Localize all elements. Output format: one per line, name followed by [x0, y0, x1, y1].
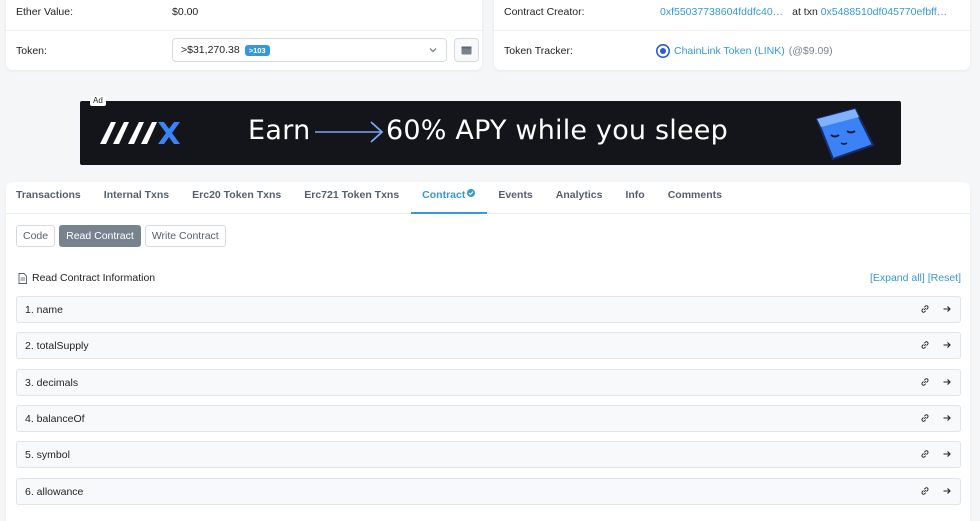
at-txn-label: at txn	[792, 6, 818, 18]
tab-contract[interactable]: Contract	[410, 182, 487, 214]
function-label: 6. allowance	[25, 485, 84, 498]
aax-logo-icon	[100, 122, 180, 144]
link-icon[interactable]	[920, 377, 930, 387]
token-tracker-row: Token Tracker: ChainLink Token (LINK) (@…	[494, 32, 970, 69]
arrow-right-icon[interactable]	[942, 340, 952, 350]
function-label: 4. balanceOf	[25, 412, 85, 425]
contract-info-card: Contract Creator: 0xf55037738604fddfc40……	[494, 0, 970, 70]
arrow-right-icon	[315, 121, 384, 143]
function-label: 3. decimals	[25, 376, 79, 389]
wallet-button[interactable]	[454, 38, 479, 62]
tab-comments[interactable]: Comments	[656, 182, 733, 214]
contract-creator-label: Contract Creator:	[504, 6, 585, 18]
reset-link[interactable]: [Reset]	[928, 272, 961, 284]
function-row-totalsupply[interactable]: 2. totalSupply	[16, 332, 961, 359]
ad-headline-apy: 60% APY while you sleep	[386, 115, 728, 146]
link-icon[interactable]	[920, 413, 930, 423]
write-contract-button[interactable]: Write Contract	[144, 225, 226, 247]
verified-check-icon	[467, 189, 476, 197]
tab-analytics[interactable]: Analytics	[544, 182, 614, 214]
function-label: 1. name	[25, 303, 63, 316]
expand-all-link[interactable]: [Expand all]	[870, 272, 925, 284]
arrow-right-icon[interactable]	[942, 486, 952, 496]
tab-internal-txns[interactable]: Internal Txns	[92, 182, 180, 214]
arrow-right-icon[interactable]	[942, 377, 952, 387]
link-icon[interactable]	[920, 449, 930, 459]
ether-value-label: Ether Value:	[16, 6, 74, 18]
token-row: Token: >$31,270.38 >103	[6, 32, 482, 69]
read-contract-header: Read Contract Information	[18, 272, 155, 284]
creation-txn-link[interactable]: 0x5488510df045770efbff…	[821, 6, 948, 18]
function-row-name[interactable]: 1. name	[16, 296, 961, 323]
function-row-allowance[interactable]: 6. allowance	[16, 478, 961, 505]
tab-contract-label: Contract	[422, 189, 466, 201]
read-contract-button[interactable]: Read Contract	[59, 225, 141, 247]
contract-tabs-card: Transactions Internal Txns Erc20 Token T…	[6, 182, 970, 521]
function-row-balanceof[interactable]: 4. balanceOf	[16, 405, 961, 432]
link-icon[interactable]	[920, 304, 930, 314]
token-count-badge: >103	[244, 44, 270, 56]
tab-erc721-token-txns[interactable]: Erc721 Token Txns	[293, 182, 411, 214]
expand-reset-links: [Expand all] [Reset]	[870, 272, 961, 284]
overview-card: Ether Value: $0.00 Token: >$31,270.38 >1…	[6, 0, 482, 70]
sleeping-cube-mascot-icon	[815, 107, 875, 161]
token-price: (@$9.09)	[788, 44, 833, 57]
code-button[interactable]: Code	[16, 225, 56, 247]
token-holdings-dropdown[interactable]: >$31,270.38 >103	[172, 38, 447, 62]
token-tracker-label: Token Tracker:	[504, 44, 573, 57]
arrow-right-icon[interactable]	[942, 449, 952, 459]
read-contract-title: Read Contract Information	[32, 272, 156, 284]
contract-creator-row: Contract Creator: 0xf55037738604fddfc40……	[494, 0, 970, 31]
creator-address-link[interactable]: 0xf55037738604fddfc40…	[660, 6, 783, 18]
ad-label: Ad	[90, 96, 106, 106]
link-icon[interactable]	[920, 340, 930, 350]
ether-value-row: Ether Value: $0.00	[6, 0, 482, 31]
tab-events[interactable]: Events	[487, 182, 544, 214]
ad-banner[interactable]: Earn 60% APY while you sleep	[80, 101, 901, 165]
arrow-right-icon[interactable]	[942, 413, 952, 423]
link-icon[interactable]	[920, 486, 930, 496]
token-value: >$31,270.38	[181, 44, 240, 56]
function-row-decimals[interactable]: 3. decimals	[16, 369, 961, 396]
function-label: 5. symbol	[25, 448, 70, 461]
tab-info[interactable]: Info	[614, 182, 656, 214]
wallet-icon	[461, 46, 472, 55]
ad-headline-earn: Earn	[248, 115, 311, 146]
chevron-down-icon	[429, 48, 437, 53]
function-label: 2. totalSupply	[25, 339, 89, 352]
tab-erc20-token-txns[interactable]: Erc20 Token Txns	[181, 182, 293, 214]
contract-subtabs: Code Read Contract Write Contract	[16, 225, 226, 247]
token-tracker-link[interactable]: ChainLink Token (LINK)	[674, 45, 785, 57]
document-icon	[18, 272, 27, 284]
tab-transactions[interactable]: Transactions	[6, 182, 92, 214]
token-label: Token:	[16, 44, 47, 57]
ether-value: $0.00	[172, 6, 199, 18]
tab-bar: Transactions Internal Txns Erc20 Token T…	[6, 182, 970, 214]
arrow-right-icon[interactable]	[942, 304, 952, 314]
function-row-symbol[interactable]: 5. symbol	[16, 441, 961, 468]
chainlink-logo-icon	[656, 43, 670, 58]
